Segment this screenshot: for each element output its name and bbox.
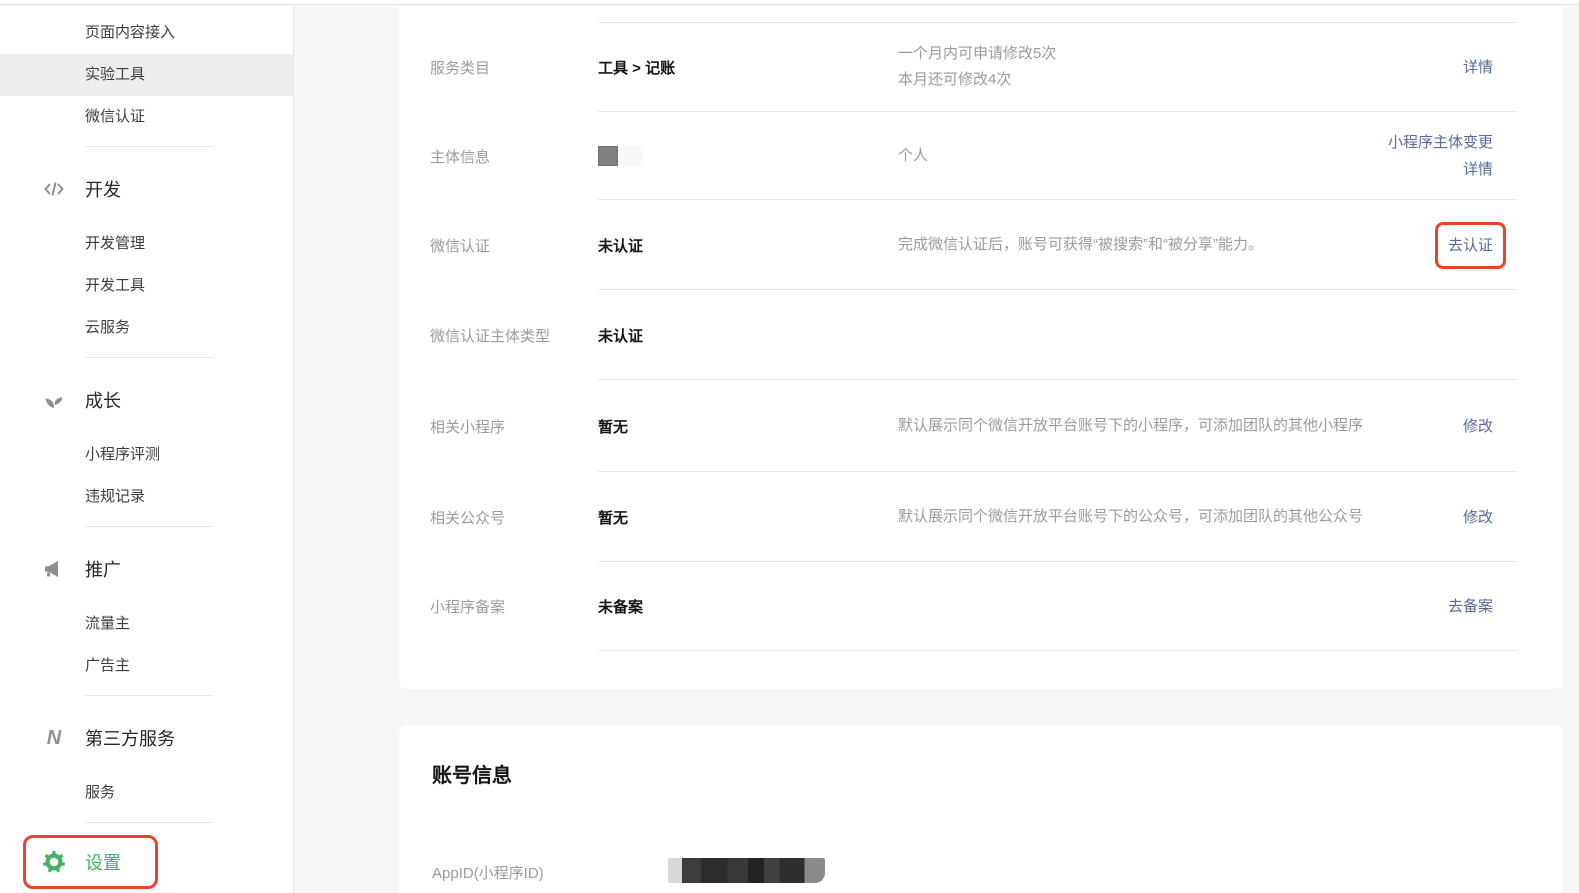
sidebar-item-develop-management[interactable]: 开发管理 <box>0 223 293 265</box>
sidebar-divider <box>85 146 213 147</box>
redacted-subject-name <box>598 146 898 166</box>
appid-label: AppID(小程序ID) <box>432 865 544 882</box>
subject-avatar <box>598 146 618 166</box>
sidebar-section-third-party[interactable]: N 第三方服务 <box>0 716 293 760</box>
sidebar-item-wechat-verification[interactable]: 微信认证 <box>0 96 293 138</box>
third-party-icon: N <box>46 727 62 749</box>
sidebar: 页面内容接入 实验工具 微信认证 开发 开发管理 开发工具 云服务 成长 小程序… <box>0 6 294 893</box>
sidebar-section-label: 开发 <box>85 180 121 200</box>
sidebar-section-develop[interactable]: 开发 <box>0 167 293 211</box>
row-desc: 完成微信认证后，账号可获得“被搜索”和“被分享”能力。 <box>898 236 1263 253</box>
subject-change-link[interactable]: 小程序主体变更 <box>1388 134 1493 151</box>
redacted-appid-value <box>668 858 825 883</box>
row-value: 暂无 <box>598 418 629 436</box>
row-label: 微信认证 <box>430 237 491 255</box>
table-row-subject-info: 主体信息 个人 小程序主体变更 详情 <box>399 112 1563 200</box>
sprout-icon <box>42 388 66 412</box>
megaphone-icon <box>42 557 66 581</box>
go-verify-link[interactable]: 去认证 <box>1448 237 1493 254</box>
table-row-wechat-verification: 微信认证 未认证 完成微信认证后，账号可获得“被搜索”和“被分享”能力。 去认证 <box>399 200 1563 290</box>
sidebar-divider <box>85 357 213 358</box>
sidebar-item-cloud-service[interactable]: 云服务 <box>0 307 293 349</box>
sidebar-item-settings-label: 设置 <box>85 853 121 873</box>
row-desc: 默认展示同个微信开放平台账号下的公众号，可添加团队的其他公众号 <box>898 508 1364 525</box>
sidebar-item-develop-tools[interactable]: 开发工具 <box>0 265 293 307</box>
modify-link[interactable]: 修改 <box>1463 418 1493 435</box>
row-desc-line: 一个月内可申请修改5次 <box>898 45 1057 62</box>
sidebar-divider <box>85 526 213 527</box>
sidebar-item-settings-annotated[interactable]: 设置 <box>23 835 158 889</box>
row-desc: 默认展示同个微信开放平台账号下的小程序，可添加团队的其他小程序 <box>898 417 1364 434</box>
annotation-box-go-verify: 去认证 <box>1434 221 1506 269</box>
code-icon <box>42 177 66 201</box>
sidebar-section-label: 推广 <box>85 560 121 580</box>
sidebar-section-growth[interactable]: 成长 <box>0 378 293 422</box>
sidebar-item-service[interactable]: 服务 <box>0 772 293 814</box>
account-info-card: 账号信息 AppID(小程序ID) <box>399 725 1563 893</box>
sidebar-item-page-content[interactable]: 页面内容接入 <box>0 12 293 54</box>
row-value: 未备案 <box>598 599 644 616</box>
sidebar-section-promotion[interactable]: 推广 <box>0 547 293 591</box>
table-row-verification-subject-type: 微信认证主体类型 未认证 <box>399 290 1563 380</box>
sidebar-section-label: 第三方服务 <box>85 729 175 749</box>
table-row-service-category: 服务类目 工具 > 记账 一个月内可申请修改5次 本月还可修改4次 详情 <box>399 22 1563 112</box>
row-value: 暂无 <box>598 509 629 527</box>
modify-link[interactable]: 修改 <box>1463 509 1493 526</box>
sidebar-item-traffic-owner[interactable]: 流量主 <box>0 603 293 645</box>
row-value: 未认证 <box>598 237 644 255</box>
subject-type: 个人 <box>898 147 929 164</box>
details-link[interactable]: 详情 <box>1463 59 1493 76</box>
sidebar-divider <box>85 695 213 696</box>
row-label: 相关小程序 <box>430 418 506 436</box>
sidebar-item-miniprogram-evaluation[interactable]: 小程序评测 <box>0 434 293 476</box>
row-separator <box>598 650 1517 651</box>
row-label: 相关公众号 <box>430 509 506 527</box>
sidebar-divider <box>85 822 213 823</box>
sidebar-section-label: 成长 <box>85 391 121 411</box>
sidebar-item-experimental-tools[interactable]: 实验工具 <box>0 54 293 96</box>
account-info-title: 账号信息 <box>432 765 512 787</box>
row-label: 小程序备案 <box>430 599 506 616</box>
gear-icon <box>42 850 66 874</box>
main-content: 服务类目 工具 > 记账 一个月内可申请修改5次 本月还可修改4次 详情 主体信… <box>295 6 1579 893</box>
details-link[interactable]: 详情 <box>1463 161 1493 178</box>
sidebar-item-advertiser[interactable]: 广告主 <box>0 645 293 687</box>
table-row-miniprogram-icp-filing: 小程序备案 未备案 去备案 <box>399 562 1563 651</box>
row-label: 微信认证主体类型 <box>430 327 551 345</box>
top-header-edge <box>0 0 1579 5</box>
row-label: 服务类目 <box>430 59 491 77</box>
table-row-related-miniprograms: 相关小程序 暂无 默认展示同个微信开放平台账号下的小程序，可添加团队的其他小程序… <box>399 380 1563 472</box>
settings-card: 服务类目 工具 > 记账 一个月内可申请修改5次 本月还可修改4次 详情 主体信… <box>399 6 1563 689</box>
sidebar-item-violation-records[interactable]: 违规记录 <box>0 476 293 518</box>
go-filing-link[interactable]: 去备案 <box>1448 598 1493 615</box>
row-desc-line: 本月还可修改4次 <box>898 71 1012 88</box>
table-row-related-official-accounts: 相关公众号 暂无 默认展示同个微信开放平台账号下的公众号，可添加团队的其他公众号… <box>399 472 1563 562</box>
row-label: 主体信息 <box>430 148 491 166</box>
row-value: 未认证 <box>598 327 644 345</box>
row-value: 工具 > 记账 <box>598 59 676 77</box>
